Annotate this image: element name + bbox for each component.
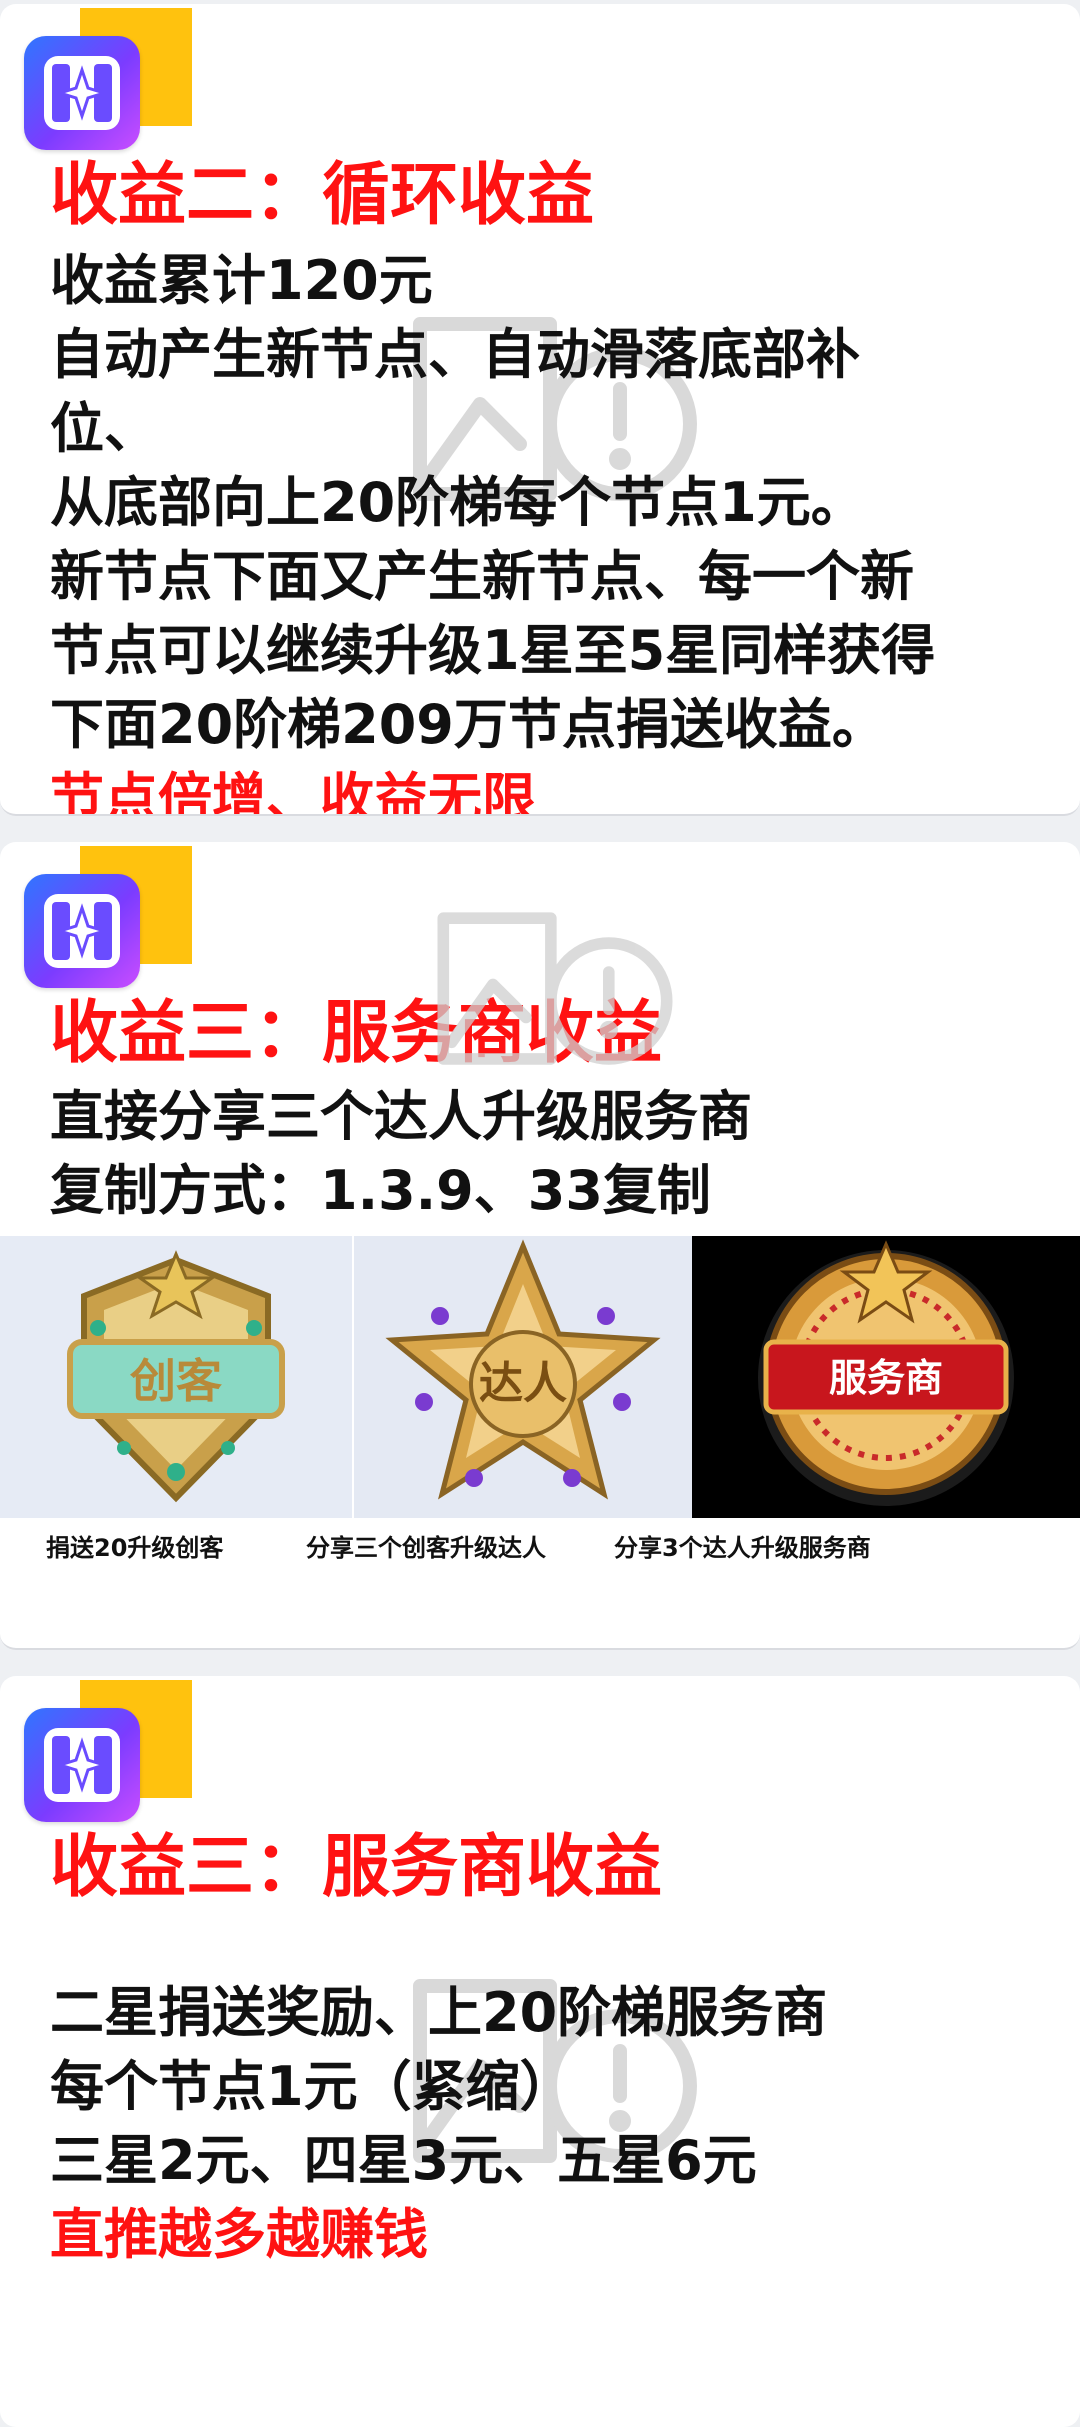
badge-text: 创客	[130, 1354, 222, 1408]
app-logo	[24, 846, 196, 988]
body-line: 自动产生新节点、自动滑落底部补	[50, 323, 860, 386]
card-body: 直接分享三个达人升级服务商 复制方式：1.3.9、33复制	[50, 1080, 1040, 1228]
badge-caption: 分享3个达人升级服务商	[614, 1534, 871, 1562]
card-title: 收益三：服务商收益	[50, 1828, 663, 1907]
body-line: 节点可以继续升级1星至5星同样获得	[50, 619, 936, 682]
badge-caption: 捐送20升级创客	[46, 1534, 224, 1562]
body-line: 下面20阶梯209万节点捐送收益。	[50, 693, 886, 756]
app-logo	[24, 8, 196, 150]
body-line: 每个节点1元（紧缩）	[50, 2055, 574, 2118]
body-line: 直接分享三个达人升级服务商	[50, 1085, 752, 1148]
body-line: 从底部向上20阶梯每个节点1元。	[50, 471, 865, 534]
sparkle-app-icon	[24, 1708, 140, 1822]
badge-caption: 分享三个创客升级达人	[306, 1534, 546, 1562]
sparkle-app-icon	[24, 874, 140, 988]
app-logo	[24, 1680, 196, 1822]
highlight-text: 直推越多越赚钱	[50, 2203, 428, 2266]
fuwushang-medal-icon: 服务商	[692, 1236, 1080, 1518]
daren-star-badge-icon: 达人	[354, 1236, 692, 1518]
income-card-service-provider: 收益三：服务商收益 直接分享三个达人升级服务商 复制方式：1.3.9、33复制 …	[0, 842, 1080, 1650]
badge-text: 服务商	[829, 1356, 943, 1400]
income-card-cycle: 收益二：循环收益 收益累计120元 自动产生新节点、自动滑落底部补 位、 从底部…	[0, 4, 1080, 816]
card-title: 收益二：循环收益	[50, 156, 595, 235]
card-body: 二星捐送奖励、上20阶梯服务商 每个节点1元（紧缩） 三星2元、四星3元、五星6…	[50, 1976, 1040, 2272]
card-title: 收益三：服务商收益	[50, 994, 663, 1073]
highlight-text: 节点倍增、收益无限	[50, 767, 536, 816]
badge-text: 达人	[479, 1358, 567, 1409]
body-line: 三星2元、四星3元、五星6元	[50, 2129, 757, 2192]
income-card-service-provider-rewards: 收益三：服务商收益 二星捐送奖励、上20阶梯服务商 每个节点1元（紧缩） 三星2…	[0, 1676, 1080, 2427]
sparkle-app-icon	[24, 36, 140, 150]
card-body: 收益累计120元 自动产生新节点、自动滑落底部补 位、 从底部向上20阶梯每个节…	[50, 244, 1040, 816]
chuangke-badge-icon: 创客	[0, 1236, 352, 1518]
body-line: 二星捐送奖励、上20阶梯服务商	[50, 1981, 828, 2044]
badge-image-strip: 创客 达人 服务商	[0, 1236, 1080, 1518]
body-line: 复制方式：1.3.9、33复制	[50, 1159, 711, 1222]
body-line: 收益累计120元	[50, 249, 433, 312]
body-line: 新节点下面又产生新节点、每一个新	[50, 545, 914, 608]
body-line: 位、	[50, 397, 158, 460]
